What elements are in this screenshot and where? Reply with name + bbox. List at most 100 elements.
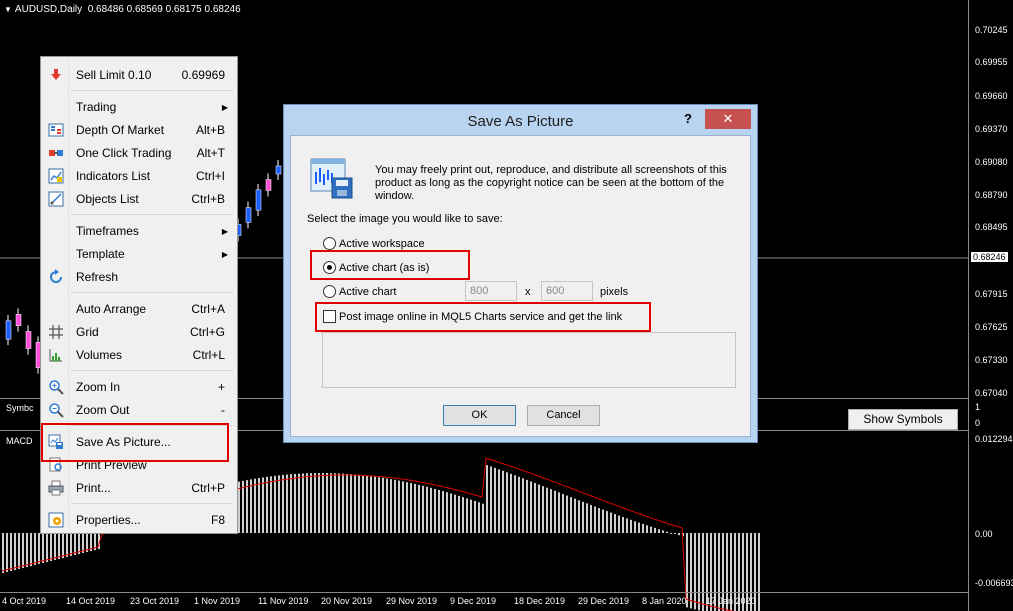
menu-item-auto-arrange[interactable]: Auto Arrange Ctrl+A xyxy=(41,298,237,320)
date-tick-label: 20 Nov 2019 xyxy=(321,596,373,606)
macd-histogram-bar xyxy=(274,475,276,533)
macd-histogram-bar xyxy=(570,497,572,533)
macd-histogram-bar xyxy=(522,478,524,533)
zoom-out-icon xyxy=(49,403,64,418)
macd-histogram-bar xyxy=(314,473,316,533)
menu-separator xyxy=(71,370,233,371)
macd-histogram-bar xyxy=(398,480,400,533)
macd-histogram-bar xyxy=(670,532,672,534)
help-button[interactable]: ? xyxy=(684,111,692,126)
macd-histogram-bar xyxy=(22,533,24,568)
dialog-titlebar[interactable]: Save As Picture ? ✕ xyxy=(284,105,757,135)
macd-histogram-bar xyxy=(34,533,36,565)
zoom-in-icon xyxy=(49,380,64,395)
menu-item-shortcut: 0.69969 xyxy=(181,68,225,82)
price-tick-label: 0.69660 xyxy=(975,91,1008,101)
menu-item-one-click-trading[interactable]: One Click Trading Alt+T xyxy=(41,142,237,164)
macd-histogram-bar xyxy=(442,491,444,533)
menu-item-shortcut: + xyxy=(217,380,225,394)
menu-item-indicators-list[interactable]: Indicators List Ctrl+I xyxy=(41,165,237,187)
macd-histogram-bar xyxy=(294,473,296,533)
date-tick-label: 17 Jan 2020 xyxy=(706,596,756,606)
candle-body xyxy=(265,179,272,191)
chart-symbol-label: AUDUSD,Daily xyxy=(14,4,83,15)
macd-histogram-bar xyxy=(538,484,540,533)
macd-histogram-bar xyxy=(498,469,500,533)
menu-item-shortcut: Alt+T xyxy=(196,146,225,160)
macd-histogram-bar xyxy=(658,529,660,533)
candle-body xyxy=(25,331,32,349)
ok-button[interactable]: OK xyxy=(443,405,516,426)
macd-histogram-bar xyxy=(470,499,472,533)
menu-item-template[interactable]: Template ▶ xyxy=(41,243,237,265)
picture-width-input[interactable]: 800 xyxy=(465,281,517,301)
active-chart-radio[interactable] xyxy=(323,285,336,298)
menu-item-refresh[interactable]: Refresh xyxy=(41,266,237,288)
chart-menu-triangle-icon[interactable]: ▼ xyxy=(4,5,12,14)
published-link-field[interactable] xyxy=(322,332,736,388)
macd-histogram-bar xyxy=(354,474,356,533)
active-chart-label[interactable]: Active chart xyxy=(339,286,396,299)
macd-histogram-bar xyxy=(450,493,452,533)
menu-item-print[interactable]: Print... Ctrl+P xyxy=(41,477,237,499)
menu-item-objects-list[interactable]: Objects List Ctrl+B xyxy=(41,188,237,210)
menu-item-depth-of-market[interactable]: Depth Of Market Alt+B xyxy=(41,119,237,141)
macd-histogram-bar xyxy=(574,498,576,533)
menu-item-zoom-out[interactable]: Zoom Out - xyxy=(41,399,237,421)
macd-histogram-bar xyxy=(462,497,464,533)
menu-item-label: One Click Trading xyxy=(76,146,172,160)
macd-histogram-bar xyxy=(510,473,512,533)
cancel-button[interactable]: Cancel xyxy=(527,405,600,426)
macd-histogram-bar xyxy=(74,533,76,555)
menu-item-zoom-in[interactable]: Zoom In + xyxy=(41,376,237,398)
macd-histogram-bar xyxy=(490,466,492,533)
menu-item-label: Trading xyxy=(76,100,117,114)
macd-histogram-bar xyxy=(322,473,324,533)
macd-histogram-bar xyxy=(362,475,364,533)
menu-item-timeframes[interactable]: Timeframes ▶ xyxy=(41,220,237,242)
macd-histogram-bar xyxy=(26,533,28,567)
show-symbols-button[interactable]: Show Symbols xyxy=(848,409,958,430)
macd-axis-label: 0.012294 xyxy=(975,434,1013,444)
menu-item-label: Objects List xyxy=(76,192,139,206)
macd-histogram-bar xyxy=(342,473,344,533)
macd-histogram-bar xyxy=(422,485,424,533)
menu-separator xyxy=(71,90,233,91)
menu-item-trading[interactable]: Trading ▶ xyxy=(41,96,237,118)
close-button[interactable]: ✕ xyxy=(705,109,751,129)
picture-height-input[interactable]: 600 xyxy=(541,281,593,301)
macd-histogram-bar xyxy=(366,475,368,533)
menu-item-label: Zoom Out xyxy=(76,403,130,417)
price-tick-label: 0.68790 xyxy=(975,190,1008,200)
macd-histogram-bar xyxy=(298,473,300,533)
macd-histogram-bar xyxy=(414,483,416,533)
macd-histogram-bar xyxy=(6,533,8,572)
menu-item-properties[interactable]: Properties... F8 xyxy=(41,509,237,531)
macd-subwindow-label: MACD xyxy=(6,436,33,446)
macd-histogram-bar xyxy=(82,533,84,553)
macd-histogram-bar xyxy=(254,478,256,533)
menu-item-label: Zoom In xyxy=(76,380,121,394)
macd-histogram-bar xyxy=(358,474,360,533)
menu-item-label: Refresh xyxy=(76,270,119,284)
date-axis[interactable]: 4 Oct 2019 14 Oct 2019 23 Oct 2019 1 Nov… xyxy=(0,592,968,611)
active-workspace-radio[interactable] xyxy=(323,237,336,250)
macd-histogram-bar xyxy=(606,511,608,533)
macd-histogram-bar xyxy=(486,465,488,533)
candle-body xyxy=(5,320,12,340)
macd-histogram-bar xyxy=(46,533,48,562)
price-tick-label: 0.68495 xyxy=(975,222,1008,232)
macd-histogram-bar xyxy=(270,476,272,533)
macd-histogram-bar xyxy=(506,472,508,533)
menu-item-sell-limit[interactable]: Sell Limit 0.10 0.69969 xyxy=(41,64,237,86)
price-axis[interactable]: 0.70245 0.69955 0.69660 0.69370 0.69080 … xyxy=(968,0,1013,611)
macd-histogram-bar xyxy=(382,477,384,533)
menu-item-grid[interactable]: Grid Ctrl+G xyxy=(41,321,237,343)
price-tick-label: 0.69955 xyxy=(975,57,1008,67)
macd-histogram-bar xyxy=(38,533,40,564)
symbol-axis-label: 1 xyxy=(975,402,981,412)
macd-histogram-bar xyxy=(338,473,340,533)
price-tick-label: 0.67915 xyxy=(975,289,1008,299)
menu-item-volumes[interactable]: Volumes Ctrl+L xyxy=(41,344,237,366)
macd-histogram-bar xyxy=(386,478,388,533)
